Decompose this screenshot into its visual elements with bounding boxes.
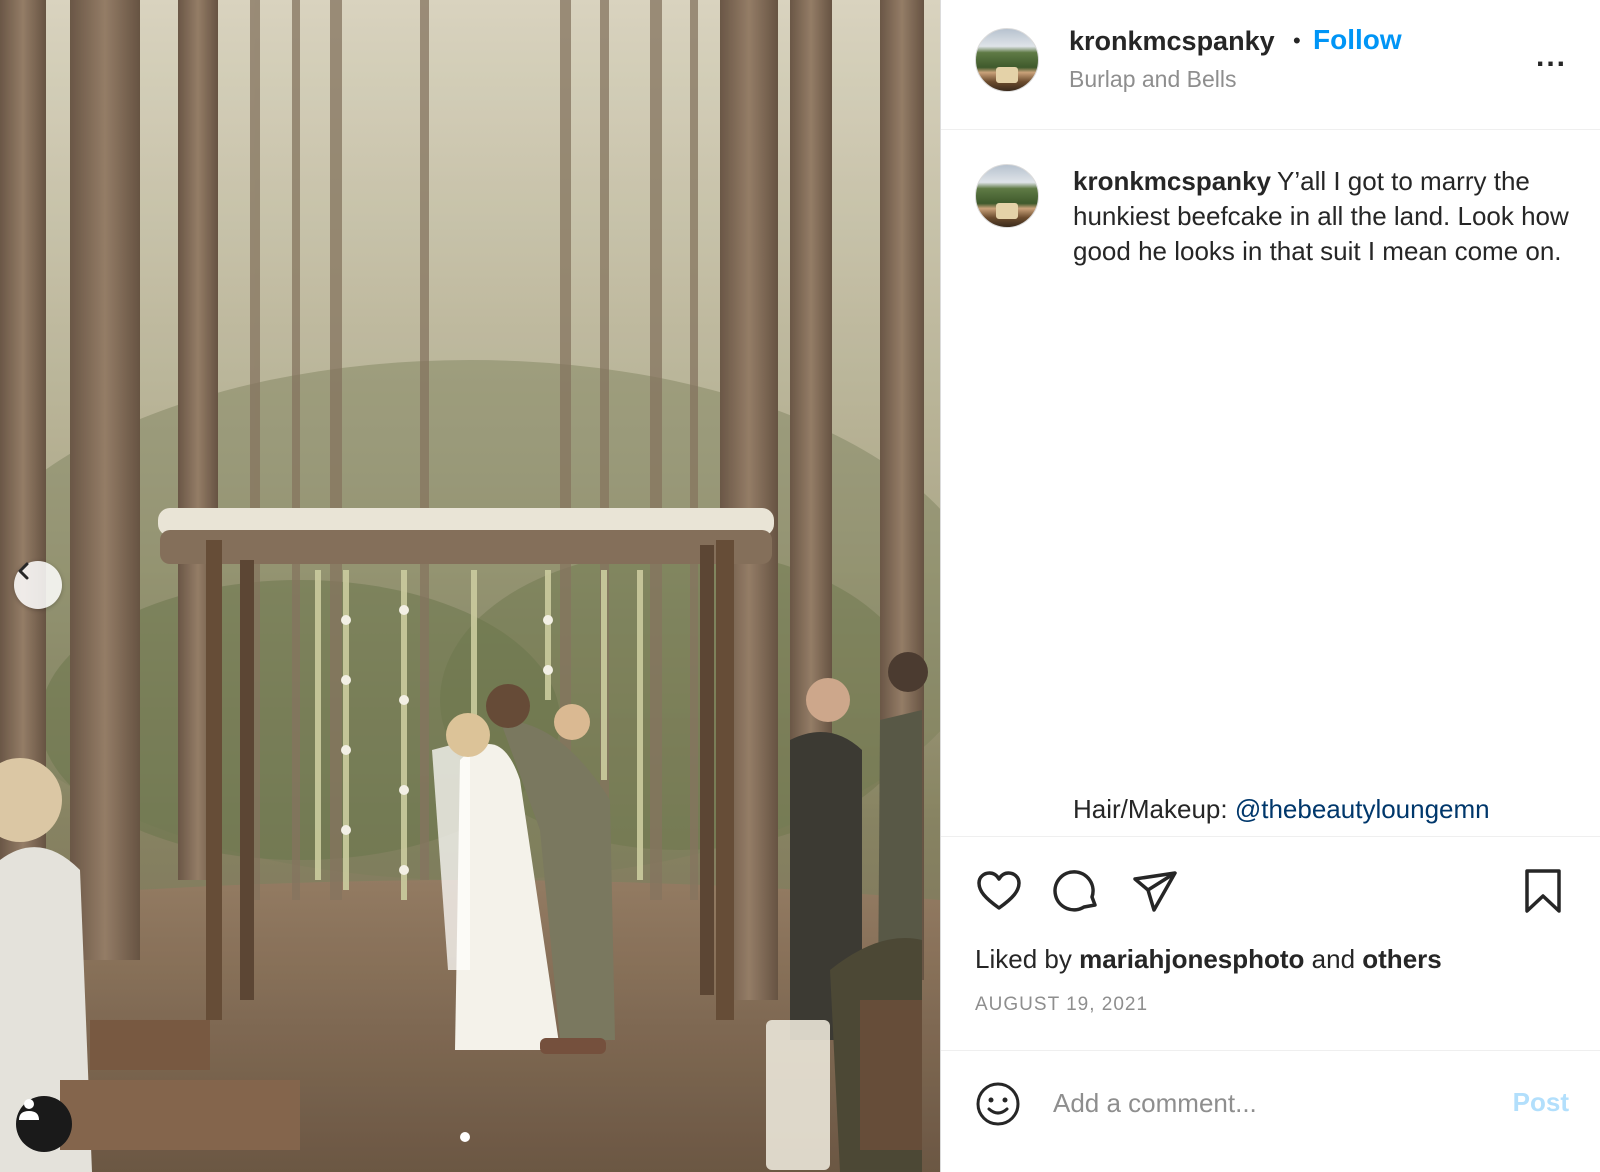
header-separator: • <box>1293 28 1301 53</box>
person-icon <box>19 1099 39 1120</box>
follow-button[interactable]: Follow <box>1313 24 1402 56</box>
heart-icon[interactable] <box>975 867 1023 915</box>
likes-middle: and <box>1304 944 1363 974</box>
post-date[interactable]: AUGUST 19, 2021 <box>975 994 1148 1016</box>
previous-photo-button[interactable] <box>14 561 62 609</box>
comment-input[interactable] <box>1053 1081 1483 1125</box>
likes-summary: Liked by mariahjonesphoto and others <box>975 944 1442 975</box>
credits-label: Hair/Makeup: <box>1073 794 1235 824</box>
smiley-icon[interactable] <box>975 1081 1021 1127</box>
post-photo <box>0 0 940 1172</box>
likes-prefix: Liked by <box>975 944 1080 974</box>
caption-credits: Hair/Makeup: @thebeautyloungemn <box>1073 794 1490 825</box>
comment-icon[interactable] <box>1053 867 1101 915</box>
location-link[interactable]: Burlap and Bells <box>1069 66 1237 93</box>
chevron-left-icon <box>18 562 29 580</box>
liked-by-user-link[interactable]: mariahjonesphoto <box>1079 944 1304 974</box>
likes-others-link[interactable]: others <box>1362 944 1441 974</box>
post-header: kronkmcspanky • Follow Burlap and Bells … <box>941 0 1600 130</box>
avatar[interactable] <box>975 28 1039 92</box>
action-bar <box>941 836 1600 946</box>
comment-bar: Post <box>941 1050 1600 1172</box>
caption: kronkmcspanky Y’all I got to marry the hu… <box>1073 164 1573 269</box>
caption-username[interactable]: kronkmcspanky <box>1073 166 1271 196</box>
paper-plane-icon[interactable] <box>1131 867 1179 915</box>
bookmark-icon[interactable] <box>1519 867 1567 915</box>
post-comment-button[interactable]: Post <box>1513 1087 1569 1118</box>
wedding-ceremony-image <box>0 0 940 1172</box>
tagged-users-button[interactable] <box>16 1096 72 1152</box>
carousel-dot-active <box>460 1132 470 1142</box>
credits-mention-link[interactable]: @thebeautyloungemn <box>1235 794 1490 824</box>
post-side-panel: kronkmcspanky • Follow Burlap and Bells … <box>940 0 1600 1172</box>
carousel-indicator <box>460 1132 470 1142</box>
more-options-button[interactable]: ... <box>1536 40 1567 74</box>
caption-avatar[interactable] <box>975 164 1039 228</box>
header-username[interactable]: kronkmcspanky <box>1069 26 1275 57</box>
